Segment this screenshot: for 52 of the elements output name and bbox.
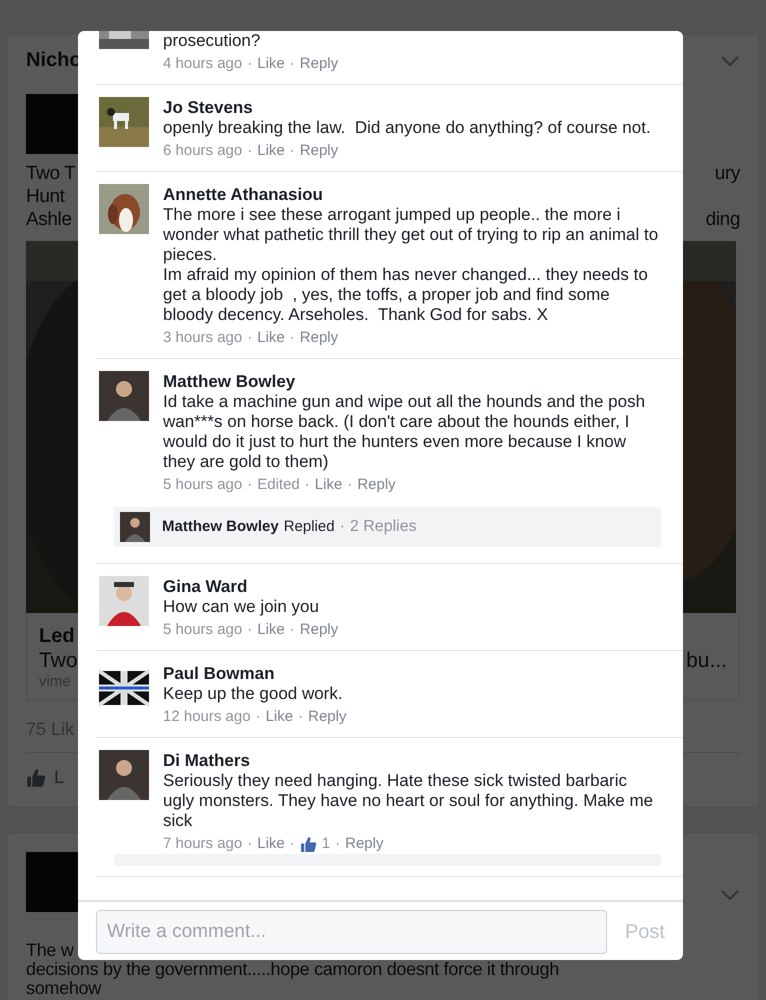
separator-dot: ·: [247, 834, 252, 854]
post-text: somehow: [26, 979, 101, 998]
separator-dot: ·: [290, 620, 295, 640]
comment-action-link[interactable]: Reply: [300, 141, 338, 161]
post-title: ury: [714, 162, 740, 185]
commenter-name[interactable]: Annette Athanasiou: [163, 184, 323, 205]
post-title: Two T: [26, 162, 76, 185]
comment-time: 4 hours ago: [163, 54, 242, 74]
comment-action-link[interactable]: Like: [257, 54, 285, 74]
post-title: Ashle: [26, 208, 72, 231]
comment-action-link[interactable]: Reply: [345, 834, 384, 854]
post-text: The w: [26, 941, 74, 960]
separator-dot: ·: [247, 54, 252, 74]
comment-action-link[interactable]: Reply: [308, 707, 346, 727]
comment-action-link[interactable]: Like: [257, 620, 285, 640]
commenter-name[interactable]: Paul Bowman: [163, 663, 274, 684]
like-action[interactable]: L: [54, 767, 64, 788]
comment-time: 12 hours ago: [163, 707, 251, 727]
separator-dot: ·: [298, 707, 304, 727]
commenter-name[interactable]: Jo Stevens: [163, 97, 253, 118]
post-title: ding: [706, 208, 740, 231]
comment-text: Keep up the good work.: [163, 684, 344, 704]
reaction-count: 1: [322, 834, 330, 854]
comment-time: 7 hours ago: [163, 834, 242, 854]
separator-dot: ·: [290, 834, 295, 854]
link-description: bu...: [686, 648, 727, 673]
commenter-name[interactable]: Di Mathers: [163, 750, 250, 771]
comment-action-link[interactable]: Like: [257, 834, 285, 854]
separator-dot: ·: [290, 54, 295, 74]
separator-dot: ·: [247, 141, 252, 161]
separator-dot: ·: [247, 620, 252, 640]
comment-action-link[interactable]: Like: [266, 707, 294, 727]
comment-time: 6 hours ago: [163, 141, 242, 161]
chevron-down-icon[interactable]: [720, 888, 740, 900]
separator-dot: ·: [290, 141, 295, 161]
post-title: Hunt: [26, 185, 65, 208]
thumbs-up-icon: [300, 836, 317, 852]
comment-text: prosecution?: [163, 31, 262, 51]
comment-input[interactable]: Write a comment...: [96, 910, 607, 954]
comment-text: Seriously they need hanging. Hate these sick twisted barbaric ugly monsters. They have no heart or soul for anything. Make me sick: [163, 771, 654, 831]
separator-dot: ·: [335, 834, 340, 854]
link-title: Led: [39, 625, 75, 648]
comment-time: 5 hours ago: [163, 620, 242, 640]
comment-action-link[interactable]: Reply: [300, 620, 338, 640]
separator-dot: ·: [256, 707, 261, 727]
chevron-down-icon[interactable]: [720, 54, 740, 66]
comment-action-link[interactable]: Like: [257, 141, 285, 161]
comment-action-link[interactable]: Reply: [300, 54, 338, 74]
post-text: decisions by the government.....hope camoron doesnt force it through: [26, 960, 559, 979]
thumbs-up-icon: [26, 768, 46, 788]
link-description: Two: [39, 648, 78, 673]
comment-text: openly breaking the law. Did anyone do anything? of course not.: [163, 118, 652, 138]
